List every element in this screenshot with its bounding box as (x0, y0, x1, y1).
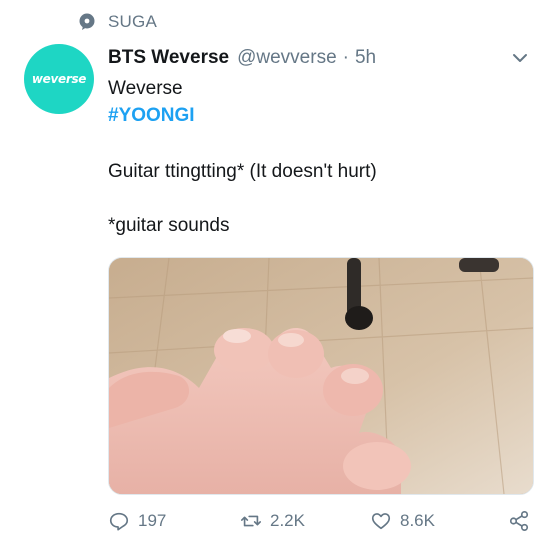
display-name[interactable]: BTS Weverse (108, 47, 229, 69)
like-button[interactable]: 8.6K (370, 510, 435, 532)
like-count: 8.6K (400, 511, 435, 530)
share-icon (509, 511, 529, 531)
retweet-icon (241, 515, 261, 527)
topic-label: SUGA (108, 12, 157, 31)
topic-context[interactable]: SUGA (78, 12, 157, 32)
tweet-text-line: Weverse (108, 78, 183, 99)
retweet-count: 2.2K (270, 511, 305, 530)
share-button[interactable] (508, 510, 530, 532)
tweet-photo[interactable] (108, 257, 534, 495)
reply-icon (109, 512, 129, 531)
hashtag-link[interactable]: #YOONGI (108, 105, 195, 127)
topic-bubble-icon (79, 13, 95, 30)
reply-count: 197 (138, 511, 167, 530)
chevron-down-icon[interactable] (508, 46, 532, 70)
heart-icon (371, 513, 391, 530)
hand-photo-image (109, 258, 533, 494)
tweet-text-line: *guitar sounds (108, 215, 230, 236)
tweet-header: BTS Weverse @wevverse · 5h (108, 44, 532, 72)
tweet-text-line: Guitar ttingtting* (It doesn't hurt) (108, 161, 377, 182)
tweet-actions: 197 2.2K 8.6K (108, 510, 540, 534)
timestamp[interactable]: 5h (355, 47, 376, 69)
user-handle[interactable]: @wevverse (237, 47, 337, 69)
separator-dot: · (342, 47, 349, 68)
avatar[interactable]: weverse (24, 44, 94, 114)
avatar-logo-text: weverse (31, 72, 87, 86)
retweet-button[interactable]: 2.2K (240, 510, 305, 532)
reply-button[interactable]: 197 (108, 510, 166, 532)
